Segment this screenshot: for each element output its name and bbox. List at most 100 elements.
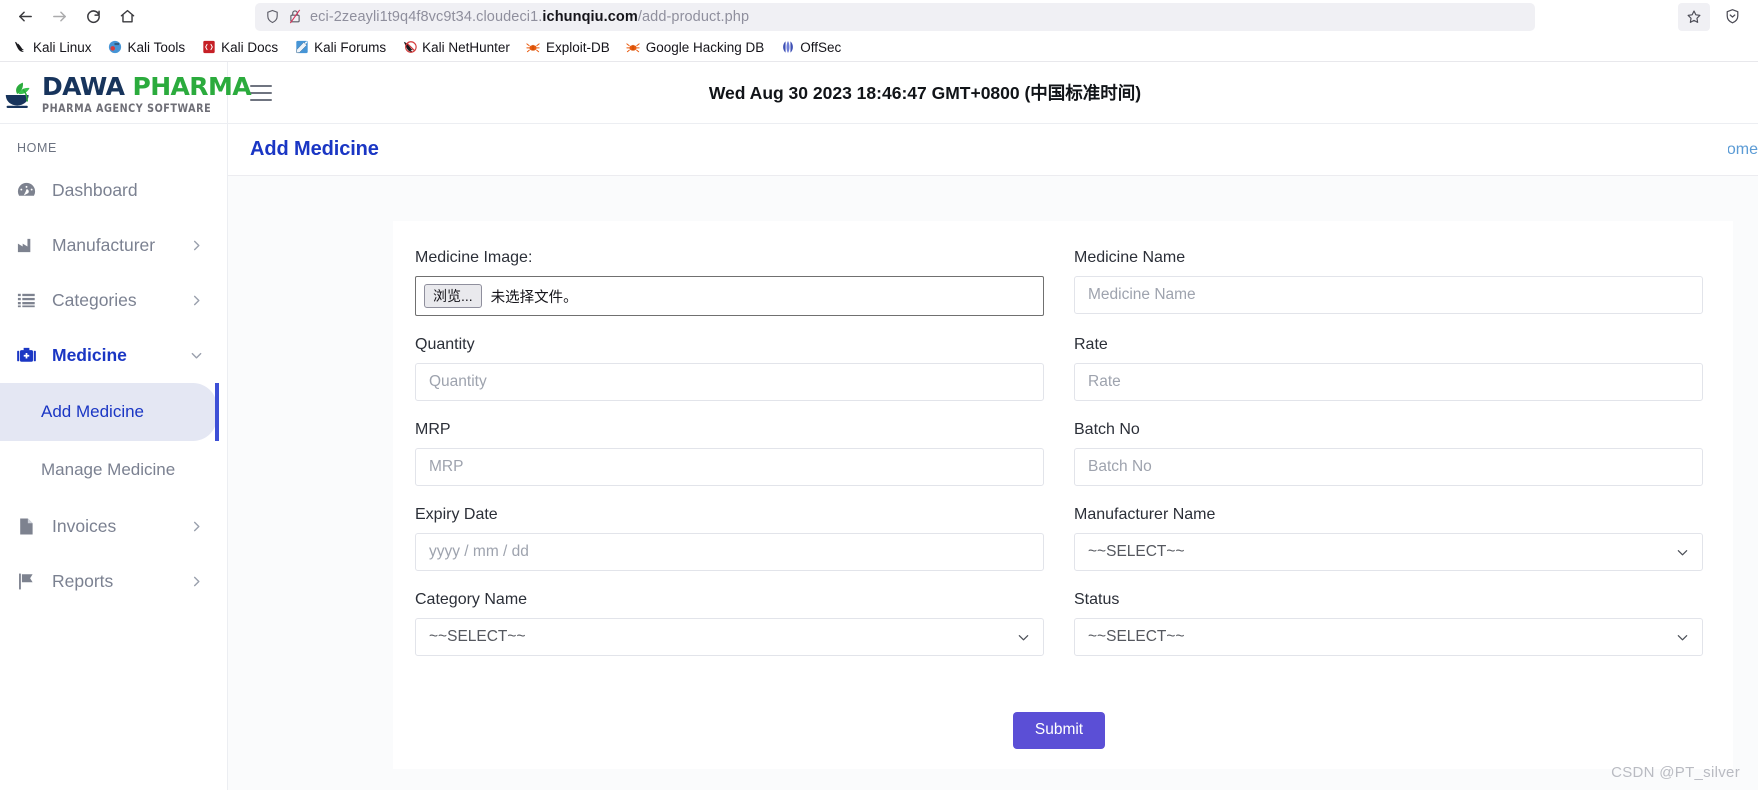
- label-medicine-image: Medicine Image:: [415, 249, 533, 266]
- label-medicine-name: Medicine Name: [1074, 249, 1186, 266]
- list-icon: [13, 290, 39, 311]
- sidebar-subitem-label: Add Medicine: [41, 402, 145, 421]
- toolbar-right-actions: [1678, 2, 1748, 31]
- mrp-input[interactable]: MRP: [415, 448, 1044, 486]
- browser-nav-buttons: [10, 3, 142, 31]
- sidebar-item-categories[interactable]: Categories: [0, 273, 217, 328]
- flag-icon: [13, 571, 39, 592]
- topbar: Wed Aug 30 2023 18:46:47 GMT+0800 (中国标准时…: [228, 62, 1758, 124]
- sidebar-item-dashboard[interactable]: Dashboard: [0, 163, 217, 218]
- field-medicine-name: Medicine Name Medicine Name: [1074, 249, 1703, 316]
- sidebar-item-medicine[interactable]: Medicine: [0, 328, 217, 383]
- bookmark-kali-linux[interactable]: Kali Linux: [6, 37, 99, 58]
- browse-button[interactable]: 浏览...: [424, 283, 482, 309]
- forward-icon[interactable]: [44, 3, 74, 31]
- watermark-text: CSDN @PT_silver: [1611, 764, 1740, 781]
- sidebar-item-label: Reports: [52, 571, 114, 591]
- bookmark-google-hacking-db[interactable]: Google Hacking DB: [619, 37, 772, 58]
- clock-text: Wed Aug 30 2023 18:46:47 GMT+0800 (中国标准时…: [708, 83, 1142, 103]
- manufacturer-name-select[interactable]: ~~SELECT~~: [1074, 533, 1703, 571]
- batch-no-input[interactable]: Batch No: [1074, 448, 1703, 486]
- content-area: Medicine Image: 浏览... 未选择文件。 Medicine Na…: [228, 176, 1758, 790]
- home-icon[interactable]: [112, 3, 142, 31]
- field-rate: Rate Rate: [1074, 336, 1703, 401]
- page-body: DAWA PHARMA PHARMA AGENCY SOFTWARE HOME …: [0, 62, 1758, 790]
- bookmark-offsec[interactable]: OffSec: [773, 37, 848, 58]
- bookmark-kali-docs[interactable]: Kali Docs: [194, 37, 285, 58]
- category-selected-value: ~~SELECT~~: [429, 628, 526, 645]
- status-select[interactable]: ~~SELECT~~: [1074, 618, 1703, 656]
- lock-crossed-icon[interactable]: [288, 9, 302, 24]
- kali-forums-icon: [294, 40, 309, 55]
- chevron-down-icon: [190, 349, 203, 362]
- label-rate: Rate: [1074, 336, 1108, 353]
- url-bar[interactable]: eci-2zeayli1t9q4f8vc9t34.cloudeci1.ichun…: [255, 2, 1535, 31]
- add-medicine-form-card: Medicine Image: 浏览... 未选择文件。 Medicine Na…: [393, 221, 1733, 769]
- sidebar-nav: Dashboard Manufacturer Categories Medici…: [0, 163, 227, 609]
- chevron-down-icon: [1017, 631, 1030, 644]
- quantity-input[interactable]: Quantity: [415, 363, 1044, 401]
- sidebar-subitem-add-medicine[interactable]: Add Medicine: [0, 383, 219, 441]
- hamburger-menu-icon[interactable]: [250, 84, 272, 101]
- back-icon[interactable]: [10, 3, 40, 31]
- chevron-right-icon: [190, 575, 203, 588]
- bookmark-label: Kali Docs: [221, 39, 279, 55]
- factory-icon: [13, 235, 39, 256]
- bookmark-kali-forums[interactable]: Kali Forums: [287, 37, 393, 58]
- bookmark-label: OffSec: [800, 39, 842, 55]
- sidebar-item-label: Medicine: [52, 345, 127, 365]
- reload-icon[interactable]: [78, 3, 108, 31]
- bookmark-label: Kali Forums: [314, 39, 387, 55]
- category-name-select[interactable]: ~~SELECT~~: [415, 618, 1044, 656]
- tracking-shield-icon[interactable]: [265, 9, 280, 24]
- field-manufacturer-name: Manufacturer Name ~~SELECT~~: [1074, 506, 1703, 571]
- status-selected-value: ~~SELECT~~: [1088, 628, 1185, 645]
- sidebar-item-reports[interactable]: Reports: [0, 554, 217, 609]
- submit-button[interactable]: Submit: [1012, 712, 1106, 749]
- label-manufacturer-name: Manufacturer Name: [1074, 506, 1216, 523]
- field-medicine-image: Medicine Image: 浏览... 未选择文件。: [415, 249, 1044, 316]
- field-status: Status ~~SELECT~~: [1074, 591, 1703, 656]
- bookmark-star-icon[interactable]: [1678, 2, 1710, 31]
- medicine-image-file-input[interactable]: 浏览... 未选择文件。: [415, 276, 1044, 316]
- field-mrp: MRP MRP: [415, 421, 1044, 486]
- breadcrumb-home-link[interactable]: Home: [1728, 141, 1758, 159]
- offsec-icon: [780, 40, 795, 55]
- medicine-name-input[interactable]: Medicine Name: [1074, 276, 1703, 314]
- rate-input[interactable]: Rate: [1074, 363, 1703, 401]
- kali-nethunter-icon: [402, 40, 417, 55]
- bookmark-label: Kali Tools: [127, 39, 186, 55]
- sidebar-item-manufacturer[interactable]: Manufacturer: [0, 218, 217, 273]
- exploit-db-icon: [526, 40, 541, 55]
- document-icon: [13, 516, 39, 537]
- main-area: Wed Aug 30 2023 18:46:47 GMT+0800 (中国标准时…: [228, 62, 1758, 790]
- url-prefix: eci-2zeayli1t9q4f8vc9t34.cloudeci1.: [310, 8, 543, 25]
- sidebar-item-invoices[interactable]: Invoices: [0, 499, 217, 554]
- browser-toolbar: eci-2zeayli1t9q4f8vc9t34.cloudeci1.ichun…: [0, 0, 1758, 33]
- label-quantity: Quantity: [415, 336, 475, 353]
- field-quantity: Quantity Quantity: [415, 336, 1044, 401]
- bookmark-kali-tools[interactable]: Kali Tools: [101, 37, 193, 58]
- google-hacking-db-icon: [626, 40, 641, 55]
- kali-docs-icon: [201, 40, 216, 55]
- dashboard-gauge-icon: [13, 180, 39, 201]
- account-shield-icon[interactable]: [1716, 3, 1748, 31]
- bookmark-kali-nethunter[interactable]: Kali NetHunter: [395, 37, 517, 58]
- page-header: Add Medicine Home: [228, 124, 1758, 176]
- mortar-leaf-logo-icon: [2, 76, 40, 114]
- bookmark-exploit-db[interactable]: Exploit-DB: [519, 37, 617, 58]
- bookmark-label: Kali Linux: [33, 39, 92, 55]
- sidebar-section-label: HOME: [17, 141, 57, 155]
- brand-logo-block[interactable]: DAWA PHARMA PHARMA AGENCY SOFTWARE: [0, 62, 252, 124]
- bookmark-label: Kali NetHunter: [422, 39, 510, 55]
- url-text: eci-2zeayli1t9q4f8vc9t34.cloudeci1.ichun…: [310, 9, 749, 25]
- bookmark-label: Exploit-DB: [545, 39, 610, 55]
- manufacturer-selected-value: ~~SELECT~~: [1088, 543, 1185, 560]
- sidebar-subitem-manage-medicine[interactable]: Manage Medicine: [0, 441, 217, 499]
- label-mrp: MRP: [415, 421, 451, 438]
- sidebar: DAWA PHARMA PHARMA AGENCY SOFTWARE HOME …: [0, 62, 252, 790]
- sidebar-item-label: Dashboard: [52, 180, 138, 200]
- label-expiry-date: Expiry Date: [415, 506, 498, 523]
- expiry-date-input[interactable]: yyyy / mm / dd: [415, 533, 1044, 571]
- kali-dragon-icon: [13, 40, 28, 55]
